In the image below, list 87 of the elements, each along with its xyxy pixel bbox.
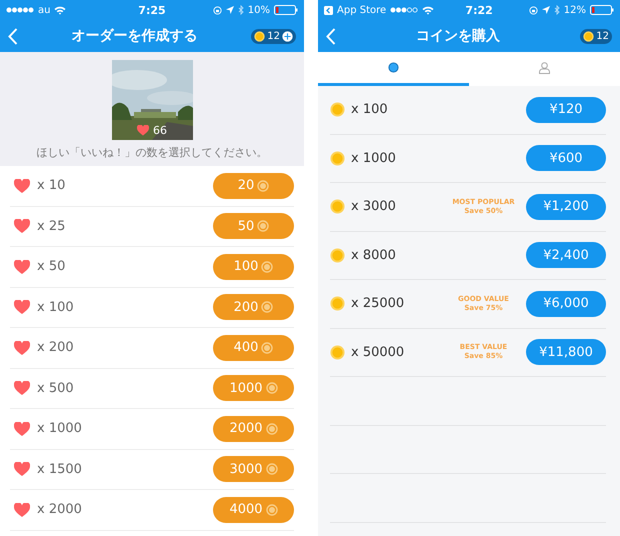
coin-icon bbox=[257, 220, 270, 232]
coin-quantity: x 1000 bbox=[351, 150, 397, 166]
price-button[interactable]: ¥2,400 bbox=[526, 242, 606, 268]
like-quantity: x 10 bbox=[37, 178, 66, 194]
coin-icon bbox=[261, 301, 274, 314]
coin-balance[interactable]: 12 bbox=[580, 28, 612, 44]
price-button[interactable]: 3000 bbox=[213, 456, 294, 482]
coin-icon bbox=[330, 102, 345, 118]
location-icon bbox=[226, 6, 234, 14]
coin-icon bbox=[261, 342, 274, 354]
like-quantity: x 100 bbox=[37, 300, 75, 315]
coin-quantity: x 100 bbox=[351, 102, 389, 118]
like-quantity: x 2000 bbox=[37, 502, 83, 518]
coin-icon bbox=[583, 30, 594, 42]
heart-icon bbox=[14, 381, 30, 396]
nav-title: コインを購入 bbox=[415, 27, 502, 45]
back-app-link[interactable]: App Store bbox=[337, 4, 386, 16]
battery-icon bbox=[274, 5, 298, 15]
person-icon bbox=[539, 62, 550, 74]
back-icon[interactable] bbox=[326, 28, 336, 44]
heart-icon bbox=[14, 219, 30, 234]
coin-icon bbox=[266, 382, 278, 394]
price-button[interactable]: 50 bbox=[213, 213, 294, 240]
battery-percent: 10% bbox=[248, 4, 270, 16]
bluetooth-icon bbox=[238, 5, 244, 15]
coin-icon bbox=[266, 463, 278, 476]
heart-icon bbox=[14, 462, 30, 476]
like-quantity: x 1000 bbox=[37, 421, 83, 436]
price-button[interactable]: 20 bbox=[213, 172, 294, 199]
plus-icon[interactable] bbox=[282, 30, 293, 42]
price-button[interactable]: 200 bbox=[213, 294, 294, 320]
like-quantity: x 25 bbox=[37, 218, 66, 234]
coin-icon bbox=[330, 296, 345, 312]
lock-rotation-icon bbox=[528, 6, 538, 14]
coin-icon bbox=[254, 30, 266, 42]
price-button[interactable]: 2000 bbox=[213, 416, 294, 442]
like-quantity: x 50 bbox=[37, 259, 66, 274]
heart-icon bbox=[14, 340, 30, 355]
wifi-icon bbox=[422, 6, 434, 14]
lock-rotation-icon bbox=[212, 6, 222, 14]
heart-icon bbox=[14, 300, 30, 314]
price-button[interactable]: ¥600 bbox=[526, 145, 606, 172]
carrier-name: au bbox=[38, 4, 50, 16]
price-button[interactable]: ¥120 bbox=[526, 96, 606, 123]
signal-icon bbox=[6, 7, 34, 13]
coin-icon bbox=[266, 422, 278, 435]
status-time: 7:22 bbox=[464, 4, 494, 16]
coin-quantity: x 25000 bbox=[351, 296, 406, 312]
coin-icon bbox=[266, 504, 278, 516]
price-button[interactable]: 400 bbox=[213, 334, 294, 361]
coin-icon bbox=[388, 62, 399, 73]
heart-icon bbox=[14, 422, 30, 436]
wifi-icon bbox=[54, 6, 66, 14]
status-time: 7:25 bbox=[137, 4, 167, 16]
like-quantity: x 200 bbox=[37, 340, 75, 356]
coin-quantity: x 50000 bbox=[351, 344, 406, 360]
price-button[interactable]: 4000 bbox=[213, 496, 294, 523]
coin-icon bbox=[330, 248, 345, 263]
coin-balance[interactable]: 12 bbox=[251, 28, 296, 44]
heart-icon bbox=[14, 260, 30, 274]
prompt-text: ほしい「いいね！」の数を選択してください。 bbox=[36, 145, 268, 160]
price-button[interactable]: ¥6,000 bbox=[526, 290, 606, 317]
price-button[interactable]: 100 bbox=[213, 254, 294, 280]
coin-icon bbox=[330, 344, 345, 360]
heart-icon bbox=[137, 125, 149, 136]
nav-title: オーダーを作成する bbox=[70, 27, 199, 45]
coin-quantity: x 8000 bbox=[351, 248, 397, 263]
coin-icon bbox=[257, 180, 270, 192]
back-app-icon[interactable] bbox=[324, 6, 333, 14]
like-quantity: x 500 bbox=[37, 380, 75, 396]
coin-icon bbox=[330, 199, 345, 214]
price-button[interactable]: ¥1,200 bbox=[526, 194, 606, 220]
location-icon bbox=[542, 6, 550, 14]
bluetooth-icon bbox=[554, 5, 560, 15]
heart-icon bbox=[14, 502, 30, 517]
like-quantity: x 1500 bbox=[37, 462, 83, 477]
coin-icon bbox=[261, 260, 274, 273]
back-icon[interactable] bbox=[8, 28, 18, 44]
coin-icon bbox=[330, 150, 345, 166]
like-count: 66 bbox=[153, 124, 167, 137]
battery-percent: 12% bbox=[564, 4, 586, 16]
price-button[interactable]: 1000 bbox=[213, 375, 294, 402]
price-button[interactable]: ¥11,800 bbox=[526, 339, 606, 366]
coin-quantity: x 3000 bbox=[351, 199, 397, 214]
battery-icon bbox=[590, 5, 614, 15]
heart-icon bbox=[14, 178, 30, 193]
signal-icon bbox=[390, 7, 418, 13]
